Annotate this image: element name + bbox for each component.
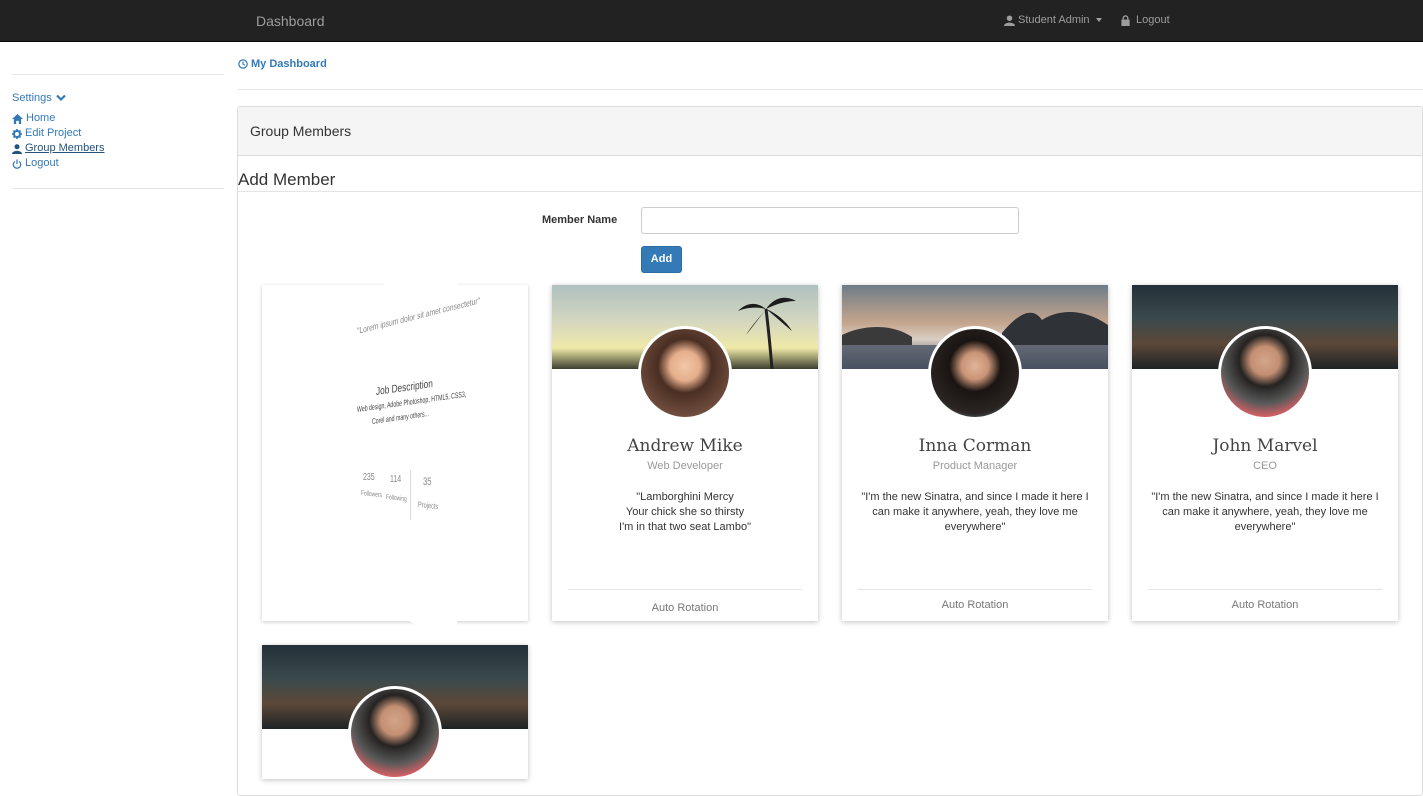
member-card-john-marvel[interactable]: John Marvel CEO "I'm the new Sinatra, an… <box>1132 285 1398 621</box>
auto-rotation-link[interactable]: Auto Rotation <box>1132 599 1398 611</box>
breadcrumb[interactable]: My Dashboard <box>238 58 327 70</box>
sidebar-item-group-members[interactable]: Group Members <box>12 141 224 156</box>
sidebar-item-logout[interactable]: Logout <box>12 156 224 171</box>
avatar <box>928 326 1022 420</box>
flip-stat-value: 114 <box>390 474 402 485</box>
add-member-button[interactable]: Add <box>641 246 682 273</box>
sidebar-item-edit-project[interactable]: Edit Project <box>12 126 224 141</box>
top-navbar: Dashboard Student Admin Logout <box>0 0 1423 42</box>
navbar-brand[interactable]: Dashboard <box>256 13 325 29</box>
member-name: Andrew Mike <box>627 436 743 456</box>
sidebar-divider <box>12 74 224 75</box>
quote-line: everywhere" <box>1234 521 1296 533</box>
panel-title: Group Members <box>250 123 352 139</box>
panel-heading: Group Members <box>238 107 1422 156</box>
caret-down-icon <box>1095 18 1102 22</box>
gear-icon <box>12 128 22 139</box>
sidebar-item-label: Edit Project <box>25 127 82 139</box>
home-icon <box>12 113 23 124</box>
member-card-andrew-mike[interactable]: Andrew Mike Web Developer "Lamborghini M… <box>552 285 818 621</box>
member-quote: "Lamborghini Mercy Your chick she so thi… <box>560 490 810 535</box>
member-name-label: Member Name <box>542 214 618 226</box>
card-divider <box>1148 589 1382 590</box>
add-member-divider <box>238 191 1423 192</box>
member-quote: "I'm the new Sinatra, and since I made i… <box>850 490 1100 535</box>
member-role: Web Developer <box>647 460 723 472</box>
user-name: Student Admin <box>1018 14 1090 26</box>
member-role: Product Manager <box>932 460 1018 472</box>
quote-line: I'm in that two seat Lambo" <box>619 521 751 533</box>
user-icon <box>1004 14 1015 26</box>
flip-stat-value: 235 <box>363 472 375 483</box>
flip-stat-divider <box>410 470 411 520</box>
sidebar: Settings Home Edit Project Group Members… <box>12 74 224 189</box>
breadcrumb-label: My Dashboard <box>251 58 327 70</box>
member-role: CEO <box>1253 460 1277 472</box>
user-dropdown[interactable]: Student Admin <box>1004 14 1102 26</box>
settings-toggle[interactable]: Settings <box>12 92 224 104</box>
sidebar-divider <box>12 188 224 189</box>
member-name: Inna Corman <box>918 436 1032 456</box>
quote-line: "Lamborghini Mercy <box>636 491 734 503</box>
sidebar-menu: Home Edit Project Group Members Logout <box>12 111 224 171</box>
avatar <box>638 326 732 420</box>
avatar <box>348 686 442 779</box>
auto-rotation-link[interactable]: Auto Rotation <box>552 602 818 614</box>
add-member-heading: Add Member <box>238 170 336 189</box>
logout-label: Logout <box>1136 14 1170 26</box>
sidebar-item-label: Logout <box>25 157 59 169</box>
quote-line: "I'm the new Sinatra, and since I made i… <box>861 491 1089 503</box>
member-name: John Marvel <box>1212 436 1318 456</box>
settings-label: Settings <box>12 92 52 104</box>
auto-rotation-link[interactable]: Auto Rotation <box>842 599 1108 611</box>
sidebar-item-home[interactable]: Home <box>12 111 224 126</box>
lock-icon <box>1121 14 1130 26</box>
quote-line: can make it anywhere, yeah, they love me <box>1162 506 1368 518</box>
quote-line: everywhere" <box>944 521 1006 533</box>
content-divider <box>238 89 1423 90</box>
quote-line: "I'm the new Sinatra, and since I made i… <box>1151 491 1379 503</box>
member-quote: "I'm the new Sinatra, and since I made i… <box>1140 490 1390 535</box>
quote-line: can make it anywhere, yeah, they love me <box>872 506 1078 518</box>
sidebar-item-label: Group Members <box>25 142 105 154</box>
member-card-inna-corman[interactable]: Inna Corman Product Manager "I'm the new… <box>842 285 1108 621</box>
member-card-partial[interactable] <box>262 645 528 779</box>
navbar-logout-link[interactable]: Logout <box>1120 14 1170 26</box>
user-icon <box>12 143 22 154</box>
palm-tree-icon <box>738 297 796 369</box>
sidebar-item-label: Home <box>26 112 56 124</box>
member-name-input[interactable] <box>641 207 1019 234</box>
card-divider <box>858 589 1092 590</box>
quote-line: Your chick she so thirsty <box>625 506 745 518</box>
clock-icon <box>238 59 248 69</box>
flip-stat-value: 35 <box>423 476 432 488</box>
card-divider <box>568 589 802 590</box>
avatar <box>1218 326 1312 420</box>
chevron-down-icon <box>55 94 66 102</box>
power-icon <box>12 158 22 169</box>
